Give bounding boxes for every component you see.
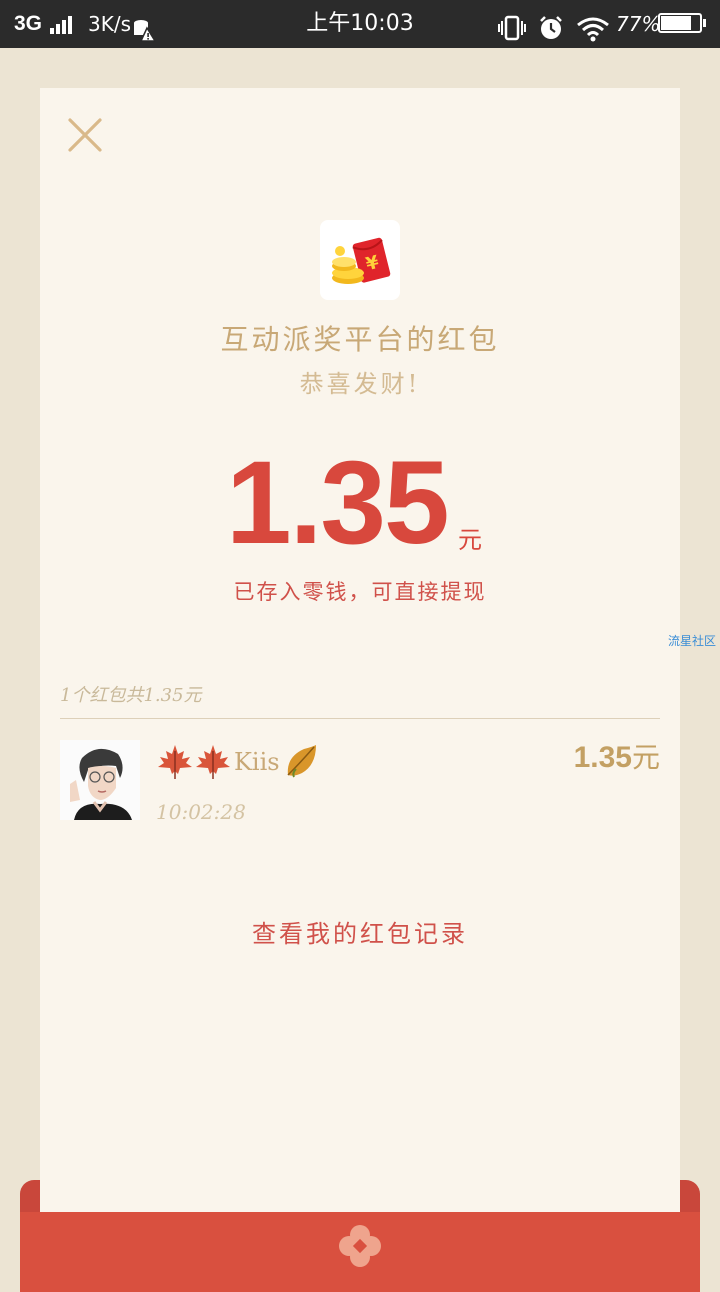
packet-summary: 1个红包共1.35元 — [60, 685, 202, 706]
status-bar: 3G 3K/s 上午10:03 77% — [0, 0, 720, 48]
record-sender-name: Kiis — [234, 748, 280, 776]
battery-icon — [658, 13, 706, 33]
deposit-note[interactable]: 已存入零钱，可直接提现 — [40, 576, 680, 606]
watermark-text: 流星社区 — [668, 634, 717, 648]
vibrate-icon — [498, 11, 526, 41]
sender-name: 互动派奖平台的红包 — [220, 323, 500, 356]
record-amount-unit: 元 — [631, 741, 660, 774]
battery-percent: 77% — [616, 12, 661, 36]
greeting-message: 恭喜发财! — [299, 370, 421, 398]
amount-unit: 元 — [458, 526, 482, 554]
close-icon[interactable] — [66, 116, 104, 154]
record-name-row: Kiis — [156, 742, 320, 782]
autumn-leaf-icon — [282, 743, 320, 781]
avatar[interactable] — [60, 740, 140, 820]
record-amount-value: 1.35 — [573, 741, 632, 774]
divider — [60, 718, 660, 719]
record-time: 10:02:28 — [156, 800, 246, 824]
received-amount: 1.35 — [226, 437, 450, 569]
maple-leaf-icon — [156, 743, 194, 781]
red-packet-app-icon: ¥ — [320, 220, 400, 300]
alarm-icon — [538, 11, 564, 39]
view-history-link[interactable]: 查看我的红包记录 — [40, 914, 680, 949]
wifi-icon — [576, 12, 610, 42]
record-amount: 1.35元 — [574, 736, 660, 776]
clock: 上午10:03 — [306, 11, 414, 36]
envelope-seal-icon — [338, 1224, 382, 1268]
maple-leaf-icon — [194, 743, 232, 781]
